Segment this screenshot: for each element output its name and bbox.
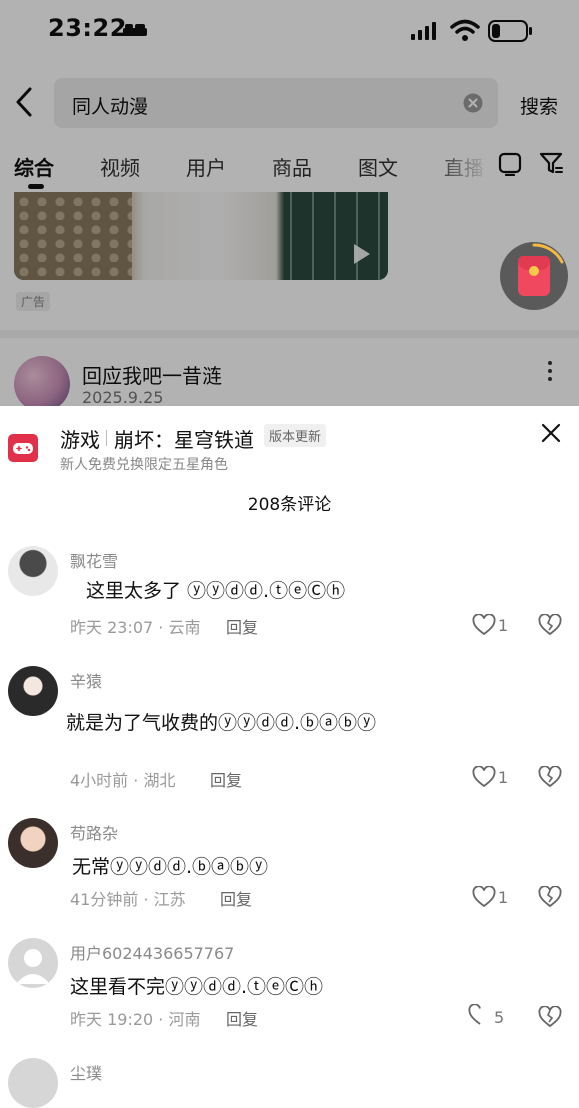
default-avatar[interactable]: [8, 938, 58, 988]
game-title[interactable]: 崩坏：星穹铁道: [114, 424, 254, 453]
like-count: 1: [498, 616, 509, 635]
dislike-icon[interactable]: [538, 766, 562, 788]
comment-text[interactable]: 无常ⓨⓨⓓⓓ.ⓑⓐⓑⓨ: [72, 852, 268, 879]
game-controller-icon: [8, 434, 38, 462]
comment-meta: 昨天 23:07 · 云南: [70, 618, 201, 637]
heart-icon[interactable]: [472, 614, 496, 636]
user-silhouette-icon: [16, 949, 50, 984]
avatar[interactable]: [8, 666, 58, 716]
reply-button[interactable]: 回复: [226, 1006, 258, 1030]
avatar[interactable]: [8, 818, 58, 868]
dislike-icon[interactable]: [538, 1006, 562, 1028]
comment-username[interactable]: 苟路杂: [70, 820, 118, 844]
heart-icon[interactable]: [468, 1004, 492, 1026]
comment-text[interactable]: 就是为了气收费的ⓨⓨⓓⓓ.ⓑⓐⓑⓨ: [66, 708, 376, 735]
game-tag-label[interactable]: 游戏: [60, 424, 100, 453]
like-count: 1: [498, 888, 509, 907]
comment-username[interactable]: 尘璞: [70, 1060, 102, 1084]
comment-meta: 4小时前 · 湖北: [70, 771, 176, 790]
comment-text[interactable]: 这里太多了 ⓨⓨⓓⓓ.ⓣⓔⒸⓗ: [86, 576, 345, 603]
close-icon[interactable]: [540, 422, 562, 444]
heart-icon[interactable]: [472, 766, 496, 788]
like-count: 5: [494, 1008, 505, 1027]
background-page: 23:22 同人动漫 搜索 综合 视频 用户 商品 图文 直播: [0, 0, 579, 406]
comment-username[interactable]: 辛猿: [70, 668, 102, 692]
comment-text[interactable]: 这里看不完ⓨⓨⓓⓓ.ⓣⓔⒸⓗ: [70, 972, 323, 999]
reply-button[interactable]: 回复: [210, 767, 242, 791]
avatar[interactable]: [8, 546, 58, 596]
comment-meta: 41分钟前 · 江苏: [70, 890, 186, 909]
reply-button[interactable]: 回复: [220, 886, 252, 910]
heart-icon[interactable]: [472, 886, 496, 908]
dislike-icon[interactable]: [538, 886, 562, 908]
game-subtitle[interactable]: 新人免费兑换限定五星角色: [60, 454, 228, 474]
reply-button[interactable]: 回复: [226, 614, 258, 638]
comment-username[interactable]: 飘花雪: [70, 548, 118, 572]
dislike-icon[interactable]: [538, 614, 562, 636]
update-badge: 版本更新: [264, 424, 327, 447]
like-count: 1: [498, 768, 509, 787]
comment-username[interactable]: 用户6024436657767: [70, 940, 234, 964]
red-packet-seal: [529, 266, 539, 276]
default-avatar[interactable]: [8, 1058, 58, 1108]
comment-count: 208条评论: [247, 495, 332, 515]
dim-overlay[interactable]: [0, 0, 579, 406]
game-tag-separator: [106, 430, 107, 446]
comment-meta: 昨天 19:20 · 河南: [70, 1010, 201, 1029]
